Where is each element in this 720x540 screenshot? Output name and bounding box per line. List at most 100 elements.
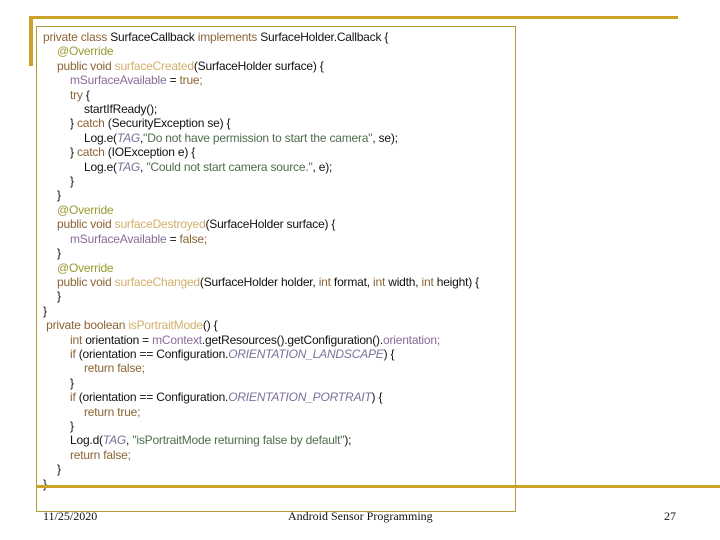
code-token-kw: catch	[76, 116, 105, 131]
code-token-plain: format,	[330, 274, 374, 289]
code-token-kw: true;	[179, 73, 203, 88]
code-token-mth: surfaceChanged	[114, 274, 200, 289]
code-line: }	[43, 419, 479, 433]
code-token-fld: mSurfaceAvailable	[70, 231, 167, 246]
code-token-plain: }	[70, 145, 77, 160]
code-token-plain: }	[70, 174, 74, 189]
code-token-plain: }	[70, 418, 74, 433]
code-token-plain: (orientation == Configuration.	[75, 346, 229, 361]
code-token-kw: implements	[197, 30, 261, 44]
code-line: if (orientation == Configuration.ORIENTA…	[43, 347, 479, 361]
code-token-kw: private boolean	[43, 318, 129, 333]
code-line: if (orientation == Configuration.ORIENTA…	[43, 390, 479, 404]
code-token-plain: }	[57, 188, 61, 203]
code-line: }	[43, 477, 479, 491]
code-token-plain: startIfReady();	[84, 102, 158, 117]
code-token-plain: (SurfaceHolder surface) {	[205, 217, 336, 232]
code-token-ann: @Override	[57, 260, 114, 275]
code-token-plain: width,	[385, 274, 422, 289]
footer-date: 11/25/2020	[43, 509, 98, 523]
code-token-mth: isPortraitMode	[128, 318, 203, 333]
code-token-plain: height) {	[433, 274, 479, 289]
code-line: }	[43, 174, 479, 188]
code-token-kw: int	[70, 332, 83, 347]
code-line: Log.e(TAG,"Do not have permission to sta…	[43, 131, 479, 145]
code-token-kw: return true;	[84, 404, 141, 419]
code-token-cst: TAG	[102, 433, 127, 448]
code-line: return true;	[43, 405, 479, 419]
code-token-plain: Log.	[70, 433, 93, 448]
code-token-plain: () {	[202, 318, 218, 333]
code-line: try {	[43, 88, 479, 102]
code-token-plain: ) {	[383, 346, 395, 361]
code-token-plain: =	[166, 231, 180, 246]
code-line: public void surfaceCreated(SurfaceHolder…	[43, 59, 479, 73]
code-line: }	[43, 246, 479, 260]
code-line: } catch (SecurityException se) {	[43, 116, 479, 130]
code-token-str: "Do not have permission to start the cam…	[143, 130, 373, 145]
code-token-plain: =	[166, 73, 180, 88]
code-token-kw: catch	[76, 145, 105, 160]
code-token-str: "Could not start camera source."	[146, 159, 313, 174]
code-line: }	[43, 289, 479, 303]
code-line: Log.e(TAG, "Could not start camera sourc…	[43, 160, 479, 174]
code-line: int orientation = mContext.getResources(…	[43, 333, 479, 347]
code-token-plain: SurfaceCallback	[110, 30, 198, 44]
code-token-cst: TAG	[116, 159, 141, 174]
code-token-kw: public void	[57, 274, 115, 289]
code-token-kw: return false;	[84, 361, 145, 376]
code-token-ann: @Override	[57, 44, 114, 59]
code-token-plain: }	[57, 462, 61, 477]
code-line: return false;	[43, 361, 479, 375]
code-token-plain: {	[82, 87, 90, 102]
code-token-plain: Log.	[84, 130, 107, 145]
code-line: }	[43, 376, 479, 390]
code-token-plain: (IOException e) {	[104, 145, 196, 160]
code-token-plain: );	[344, 433, 352, 448]
code-line: public void surfaceDestroyed(SurfaceHold…	[43, 217, 479, 231]
code-token-fld: mSurfaceAvailable	[70, 73, 167, 88]
code-line: startIfReady();	[43, 102, 479, 116]
code-token-kw: try	[70, 87, 83, 102]
code-token-cst: TAG	[116, 130, 141, 145]
code-line: mSurfaceAvailable = true;	[43, 73, 479, 87]
code-line: @Override	[43, 203, 479, 217]
code-line: mSurfaceAvailable = false;	[43, 232, 479, 246]
footer-title: Android Sensor Programming	[288, 509, 433, 523]
code-token-plain: }	[43, 476, 47, 491]
code-token-plain: (SurfaceHolder holder,	[199, 274, 319, 289]
code-token-plain: .getResources().getConfiguration().	[201, 332, 383, 347]
code-token-plain: , se);	[372, 130, 398, 145]
code-token-mth: surfaceCreated	[114, 58, 194, 73]
code-line: }	[43, 188, 479, 202]
code-line: private boolean isPortraitMode() {	[43, 318, 479, 332]
code-token-plain: }	[43, 303, 47, 318]
title-rule-top	[29, 16, 678, 19]
title-rule-left	[29, 16, 33, 66]
code-line: Log.d(TAG, "isPortraitMode returning fal…	[43, 433, 479, 447]
code-token-cst: ORIENTATION_PORTRAIT	[228, 390, 372, 405]
code-token-kw: int	[373, 274, 386, 289]
code-token-fld: orientation;	[383, 332, 440, 347]
code-line: @Override	[43, 261, 479, 275]
code-token-plain: SurfaceHolder.Callback {	[260, 30, 389, 44]
code-token-kw: public void	[57, 217, 115, 232]
code-token-kw: int	[421, 274, 434, 289]
code-line: public void surfaceChanged(SurfaceHolder…	[43, 275, 479, 289]
code-token-str: "isPortraitMode returning false by defau…	[132, 433, 345, 448]
code-token-kw: false;	[179, 231, 208, 246]
code-token-plain: }	[57, 289, 61, 304]
code-line: }	[43, 304, 479, 318]
code-line: private class SurfaceCallback implements…	[43, 30, 479, 44]
code-token-fld: mContext	[152, 332, 202, 347]
code-token-cst: ORIENTATION_LANDSCAPE	[228, 346, 384, 361]
code-token-plain: Log.	[84, 159, 107, 174]
code-token-plain: (SurfaceHolder surface) {	[193, 58, 324, 73]
code-token-plain: }	[70, 375, 74, 390]
code-token-plain: ) {	[371, 390, 383, 405]
code-token-plain: }	[57, 246, 61, 261]
code-token-ann: @Override	[57, 202, 114, 217]
page-number: 27	[664, 509, 676, 523]
code-token-kw: public void	[57, 58, 115, 73]
code-token-plain: (orientation == Configuration.	[75, 390, 229, 405]
